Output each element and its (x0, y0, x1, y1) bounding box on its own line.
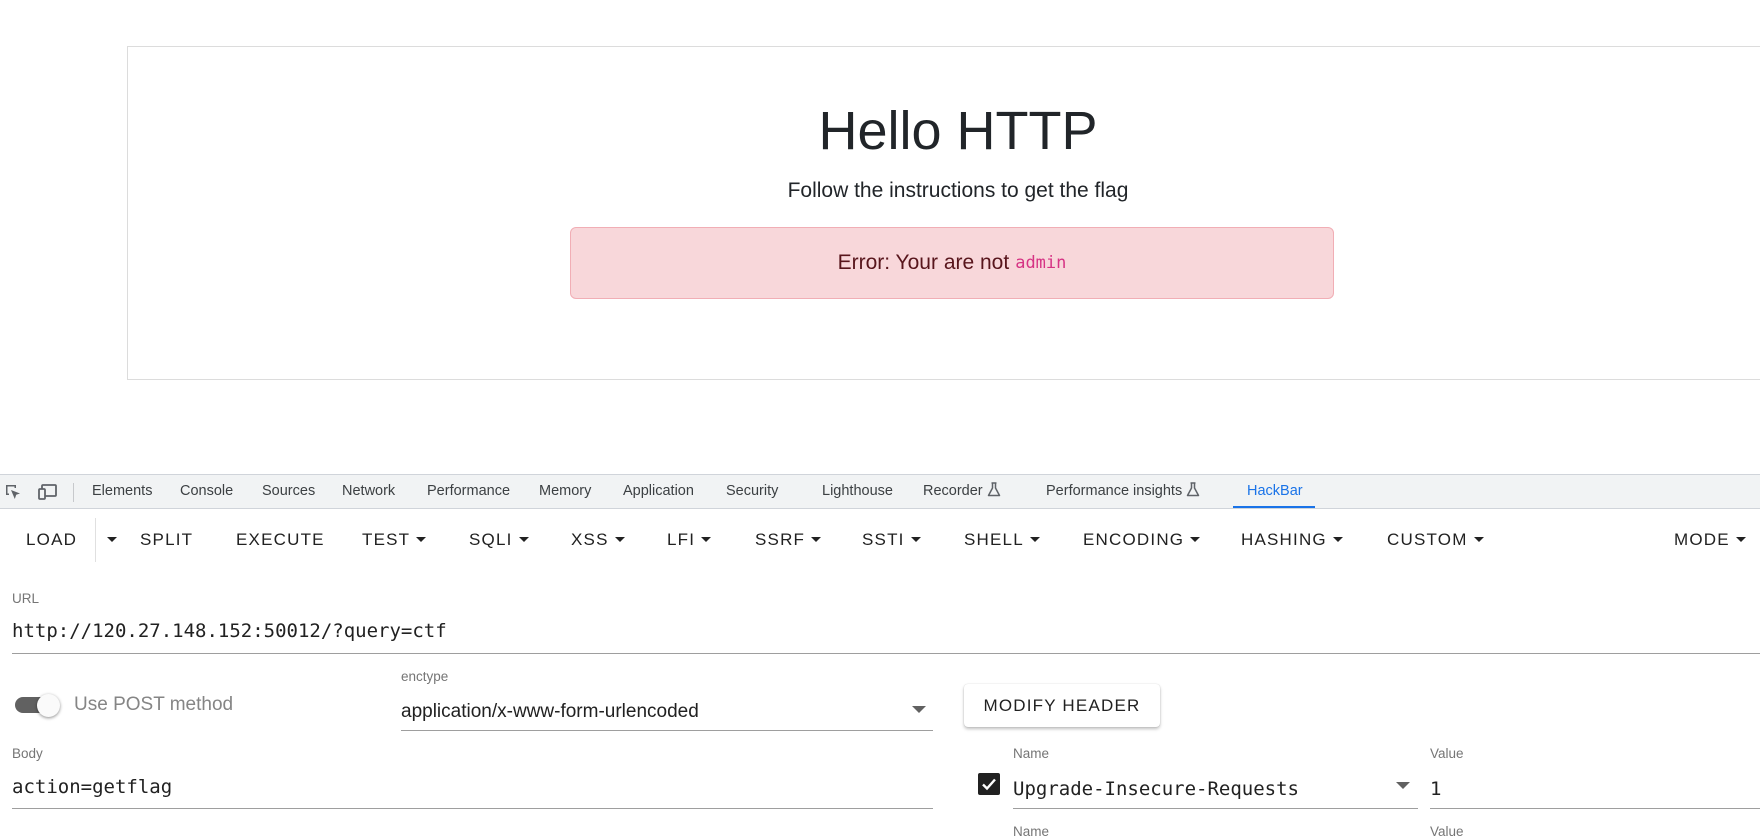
tab-memory[interactable]: Memory (539, 475, 591, 508)
page-subtitle: Follow the instructions to get the flag (787, 179, 1129, 202)
caret-down-icon (416, 537, 427, 542)
xss-menu-label: XSS (571, 530, 609, 549)
modify-header-button[interactable]: MODIFY HEADER (964, 684, 1160, 727)
inspect-element-icon[interactable] (4, 483, 22, 501)
tab-recorder[interactable]: Recorder (923, 475, 1001, 508)
mode-menu-button[interactable]: MODE (1674, 510, 1746, 570)
encoding-menu-label: ENCODING (1083, 530, 1185, 549)
tab-security[interactable]: Security (726, 475, 778, 508)
tab-hackbar[interactable]: HackBar (1247, 475, 1303, 508)
custom-menu-label: CUSTOM (1387, 530, 1468, 549)
tab-application[interactable]: Application (623, 475, 694, 508)
tab-recorder-label: Recorder (923, 483, 983, 499)
caret-down-icon (614, 537, 625, 542)
check-icon (982, 778, 996, 791)
caret-down-icon (1473, 537, 1484, 542)
load-button[interactable]: LOAD (26, 510, 77, 570)
header-name-label: Name (1013, 824, 1050, 838)
caret-down-icon (701, 537, 712, 542)
content-card: Hello HTTP Follow the instructions to ge… (127, 46, 1760, 380)
header-value-underline (1430, 808, 1760, 809)
header-enabled-checkbox[interactable] (978, 773, 1000, 795)
body-label: Body (12, 746, 43, 761)
split-button[interactable]: SPLIT (140, 510, 193, 570)
caret-down-icon (1332, 537, 1343, 542)
tab-lighthouse[interactable]: Lighthouse (822, 475, 893, 508)
test-menu-label: TEST (362, 530, 411, 549)
error-alert-code: admin (1015, 253, 1067, 273)
tab-network[interactable]: Network (342, 475, 395, 508)
post-method-toggle-thumb[interactable] (37, 694, 60, 717)
header-name-input[interactable]: Upgrade-Insecure-Requests (1013, 778, 1299, 800)
page-viewport: Hello HTTP Follow the instructions to ge… (0, 0, 1760, 474)
tab-sources[interactable]: Sources (262, 475, 315, 508)
ssrf-menu-button[interactable]: SSRF (755, 510, 822, 570)
url-input[interactable]: http://120.27.148.152:50012/?query=ctf (12, 620, 447, 642)
enctype-select-underline (401, 730, 933, 731)
hashing-menu-label: HASHING (1241, 530, 1327, 549)
header-name-underline (1013, 808, 1418, 809)
mode-menu-label: MODE (1674, 530, 1730, 549)
caret-down-icon (1735, 537, 1746, 542)
tab-console[interactable]: Console (180, 475, 233, 508)
shell-menu-button[interactable]: SHELL (964, 510, 1040, 570)
ssti-menu-button[interactable]: SSTI (862, 510, 921, 570)
body-input[interactable]: action=getflag (12, 776, 172, 798)
error-alert: Error: Your are not admin (570, 227, 1334, 299)
caret-down-icon (910, 537, 921, 542)
caret-down-icon (518, 537, 529, 542)
enctype-select[interactable]: application/x-www-form-urlencoded (401, 701, 699, 723)
page-title: Hello HTTP (818, 101, 1098, 161)
enctype-label: enctype (401, 669, 449, 684)
caret-down-icon (107, 537, 117, 542)
toolbar-divider (73, 483, 74, 502)
shell-menu-label: SHELL (964, 530, 1024, 549)
ssti-menu-label: SSTI (862, 530, 905, 549)
custom-menu-button[interactable]: CUSTOM (1387, 510, 1484, 570)
sqli-menu-label: SQLI (469, 530, 513, 549)
device-toolbar-icon[interactable] (38, 483, 58, 501)
active-tab-indicator (1233, 506, 1315, 508)
tab-performance-insights-label: Performance insights (1046, 483, 1183, 499)
hashing-menu-button[interactable]: HASHING (1241, 510, 1343, 570)
xss-menu-button[interactable]: XSS (571, 510, 625, 570)
tab-performance-insights[interactable]: Performance insights (1046, 475, 1200, 508)
caret-down-icon (811, 537, 822, 542)
sqli-menu-button[interactable]: SQLI (469, 510, 529, 570)
header-value-label: Value (1430, 824, 1464, 838)
tab-elements[interactable]: Elements (92, 475, 152, 508)
body-input-underline (12, 808, 933, 809)
error-alert-text: Error: Your are not (837, 251, 1010, 274)
url-input-underline (12, 653, 1760, 654)
url-label: URL (12, 591, 40, 606)
header-value-label: Value (1430, 746, 1464, 761)
encoding-menu-button[interactable]: ENCODING (1083, 510, 1201, 570)
dropdown-arrow-icon[interactable] (1396, 782, 1410, 789)
caret-down-icon (1190, 537, 1201, 542)
post-method-label: Use POST method (74, 694, 234, 715)
lfi-menu-button[interactable]: LFI (667, 510, 712, 570)
experiment-flask-icon (987, 482, 1000, 497)
tab-performance[interactable]: Performance (427, 475, 510, 508)
experiment-flask-icon (1186, 482, 1200, 497)
test-menu-button[interactable]: TEST (362, 510, 427, 570)
dropdown-arrow-icon[interactable] (912, 706, 926, 713)
devtools-tab-bar: Elements Console Sources Network Perform… (0, 474, 1760, 509)
ssrf-menu-label: SSRF (755, 530, 806, 549)
lfi-menu-label: LFI (667, 530, 696, 549)
toolbar-divider (95, 518, 96, 562)
header-name-label: Name (1013, 746, 1050, 761)
hackbar-toolbar: LOAD SPLIT EXECUTE TEST SQLI XSS LFI SSR… (0, 510, 1760, 570)
load-menu-button[interactable] (101, 510, 117, 570)
execute-button[interactable]: EXECUTE (236, 510, 325, 570)
header-value-input[interactable]: 1 (1430, 778, 1441, 800)
caret-down-icon (1029, 537, 1040, 542)
